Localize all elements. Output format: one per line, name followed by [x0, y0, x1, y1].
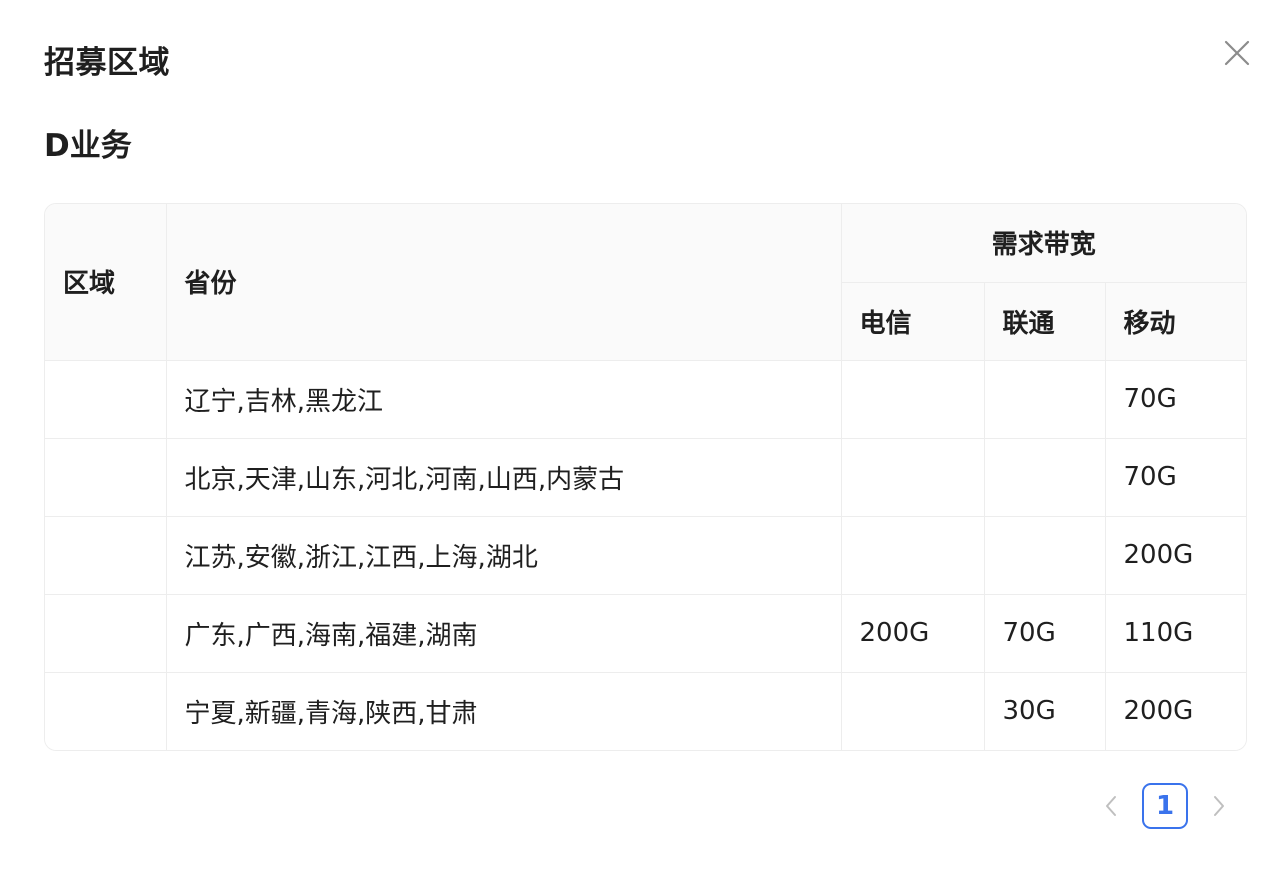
- header-telecom: 电信: [841, 282, 985, 361]
- next-page-button[interactable]: [1202, 783, 1236, 829]
- header-unicom: 联通: [984, 282, 1106, 361]
- cell-province: 辽宁,吉林,黑龙江: [166, 360, 842, 439]
- cell-region: [45, 516, 167, 595]
- region-table: 区域 省份 需求带宽 电信 联通 移动 辽宁,吉林,黑龙江 70G 北京,天津,…: [44, 203, 1247, 751]
- cell-telecom: [841, 516, 985, 595]
- table-row: 辽宁,吉林,黑龙江 70G: [45, 360, 1246, 439]
- cell-province: 宁夏,新疆,青海,陕西,甘肃: [166, 672, 842, 750]
- prev-page-button[interactable]: [1094, 783, 1128, 829]
- cell-mobile: 70G: [1105, 360, 1246, 439]
- table-row: 宁夏,新疆,青海,陕西,甘肃 30G 200G: [45, 672, 1246, 750]
- header-province: 省份: [166, 204, 842, 361]
- cell-unicom: 70G: [984, 594, 1106, 673]
- cell-telecom: [841, 360, 985, 439]
- header-region: 区域: [45, 204, 167, 361]
- cell-mobile: 200G: [1105, 516, 1246, 595]
- header-mobile: 移动: [1105, 282, 1246, 361]
- cell-telecom: 200G: [841, 594, 985, 673]
- table-row: 北京,天津,山东,河北,河南,山西,内蒙古 70G: [45, 438, 1246, 517]
- pagination: 1: [1094, 783, 1236, 829]
- chevron-right-icon: [1214, 796, 1224, 816]
- close-icon: [1224, 40, 1250, 66]
- close-button[interactable]: [1220, 36, 1254, 70]
- cell-region: [45, 672, 167, 750]
- header-bandwidth-group: 需求带宽: [841, 204, 1246, 283]
- page-number-button[interactable]: 1: [1142, 783, 1188, 829]
- modal-title: 招募区域: [44, 45, 170, 81]
- chevron-left-icon: [1106, 796, 1116, 816]
- cell-region: [45, 594, 167, 673]
- cell-region: [45, 438, 167, 517]
- cell-province: 江苏,安徽,浙江,江西,上海,湖北: [166, 516, 842, 595]
- recruit-region-modal: 招募区域 D业务 区域 省份 需求带宽 电信 联通 移动 辽宁,吉林,黑龙江 7…: [0, 0, 1288, 876]
- cell-region: [45, 360, 167, 439]
- cell-mobile: 200G: [1105, 672, 1246, 750]
- cell-province: 北京,天津,山东,河北,河南,山西,内蒙古: [166, 438, 842, 517]
- cell-telecom: [841, 672, 985, 750]
- cell-unicom: [984, 438, 1106, 517]
- cell-unicom: [984, 360, 1106, 439]
- cell-mobile: 70G: [1105, 438, 1246, 517]
- table-row: 江苏,安徽,浙江,江西,上海,湖北 200G: [45, 516, 1246, 595]
- table-row: 广东,广西,海南,福建,湖南 200G 70G 110G: [45, 594, 1246, 673]
- cell-telecom: [841, 438, 985, 517]
- section-title: D业务: [44, 128, 132, 164]
- cell-mobile: 110G: [1105, 594, 1246, 673]
- cell-unicom: [984, 516, 1106, 595]
- cell-unicom: 30G: [984, 672, 1106, 750]
- cell-province: 广东,广西,海南,福建,湖南: [166, 594, 842, 673]
